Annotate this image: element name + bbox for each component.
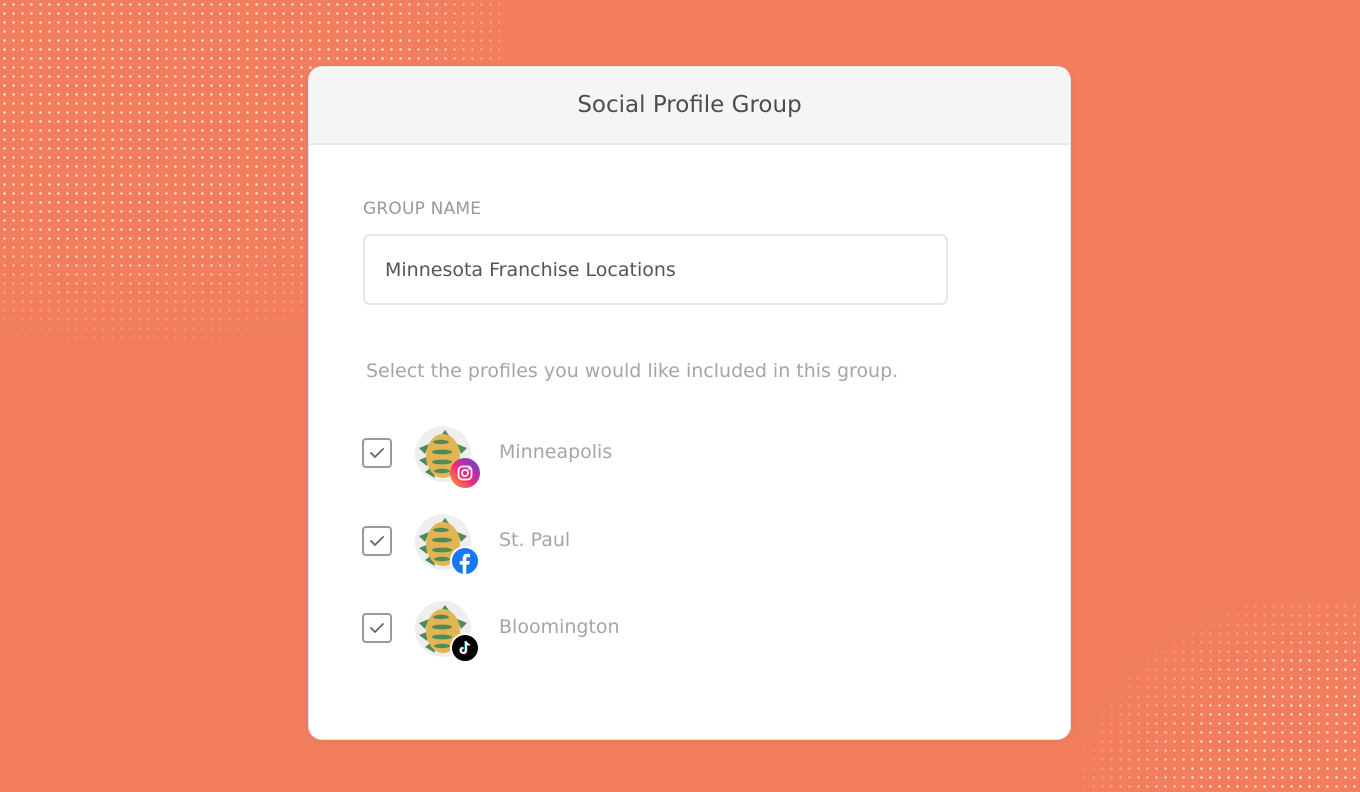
profile-name: Bloomington: [499, 616, 620, 638]
profile-item-st-paul[interactable]: St. Paul: [362, 514, 762, 576]
tiktok-icon: [450, 633, 480, 663]
dotted-pattern-bottom-right: [1080, 602, 1360, 792]
instagram-icon: [450, 458, 480, 488]
checkmark-icon: [370, 448, 384, 458]
profile-name: St. Paul: [499, 529, 571, 551]
social-profile-group-dialog: Social Profile Group GROUP NAME Select t…: [308, 66, 1071, 740]
profile-item-bloomington[interactable]: Bloomington: [362, 601, 762, 663]
checkmark-icon: [370, 536, 384, 546]
group-name-label: GROUP NAME: [363, 199, 482, 219]
profile-checkbox[interactable]: [362, 438, 392, 468]
profile-name: Minneapolis: [499, 441, 613, 463]
dialog-title: Social Profile Group: [577, 92, 802, 118]
group-name-input[interactable]: [363, 234, 948, 305]
dialog-header: Social Profile Group: [309, 67, 1070, 145]
checkmark-icon: [370, 623, 384, 633]
profile-checkbox[interactable]: [362, 526, 392, 556]
profile-checkbox[interactable]: [362, 613, 392, 643]
profile-selection-instructions: Select the profiles you would like inclu…: [366, 360, 899, 382]
facebook-icon: [450, 546, 480, 576]
profile-item-minneapolis[interactable]: Minneapolis: [362, 426, 762, 488]
